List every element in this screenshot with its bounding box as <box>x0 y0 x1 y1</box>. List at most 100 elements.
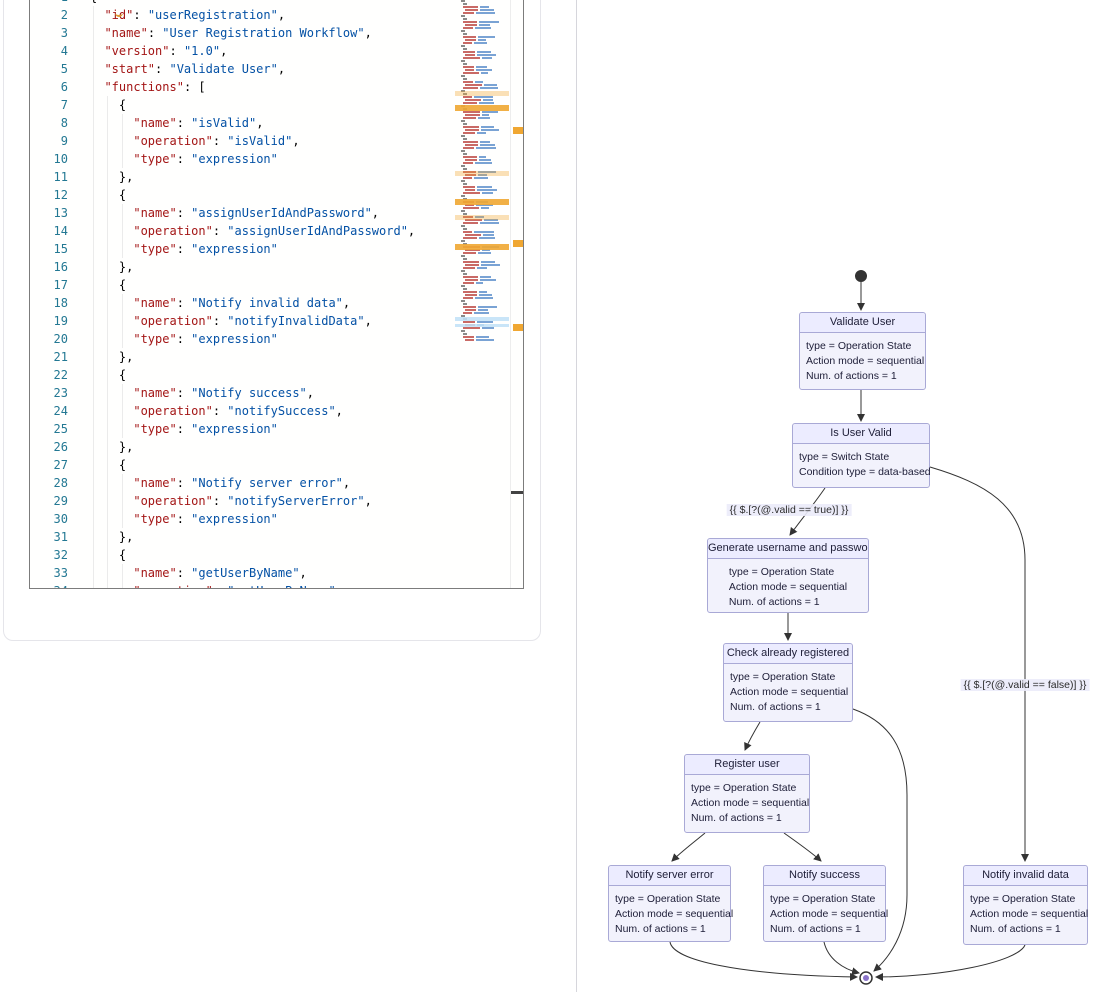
state-title: Notify success <box>764 866 885 886</box>
code-line[interactable]: 19 "operation": "notifyInvalidData", <box>30 312 455 330</box>
indent-guide <box>107 438 108 456</box>
code-line[interactable]: 30 "type": "expression" <box>30 510 455 528</box>
indent-guide <box>107 276 108 294</box>
line-number: 5 <box>30 60 90 78</box>
code-line[interactable]: 10 "type": "expression" <box>30 150 455 168</box>
code-line[interactable]: 24 "operation": "notifySuccess", <box>30 402 455 420</box>
indent-guide <box>93 366 94 384</box>
code-line[interactable]: 17 { <box>30 276 455 294</box>
code-line[interactable]: 9 "operation": "isValid", <box>30 132 455 150</box>
code-line[interactable]: 7 { <box>30 96 455 114</box>
indent-guide <box>107 492 108 510</box>
indent-guide <box>107 420 108 438</box>
code-line[interactable]: 23 "name": "Notify success", <box>30 384 455 402</box>
code-line[interactable]: 25 "type": "expression" <box>30 420 455 438</box>
line-number: 20 <box>30 330 90 348</box>
code-line[interactable]: 21 }, <box>30 348 455 366</box>
state-title: Notify invalid data <box>964 866 1087 886</box>
indent-guide <box>107 348 108 366</box>
code-line[interactable]: 16 }, <box>30 258 455 276</box>
indent-guide <box>93 168 94 186</box>
code-line[interactable]: 14 "operation": "assignUserIdAndPassword… <box>30 222 455 240</box>
code-line[interactable]: 34 "operation": "getUserByName", <box>30 582 455 588</box>
indent-guide <box>93 312 94 330</box>
indent-guide <box>93 456 94 474</box>
state-attr: Num. of actions = 1 <box>730 700 848 715</box>
indent-guide <box>93 492 94 510</box>
indent-guide <box>122 132 123 150</box>
code-line[interactable]: 22 { <box>30 366 455 384</box>
line-number: 26 <box>30 438 90 456</box>
indent-guide <box>93 474 94 492</box>
line-number: 15 <box>30 240 90 258</box>
code-editor[interactable]: 1{2 "id": "userRegistration",3 "name": "… <box>29 0 524 589</box>
code-line[interactable]: 11 }, <box>30 168 455 186</box>
indent-guide <box>122 222 123 240</box>
line-number: 23 <box>30 384 90 402</box>
indent-guide <box>107 564 108 582</box>
minimap-search-highlight <box>455 171 509 176</box>
indent-guide <box>107 114 108 132</box>
indent-guide <box>107 150 108 168</box>
indent-guide <box>93 276 94 294</box>
edge-register-to-servererror <box>672 833 705 861</box>
indent-guide <box>107 582 108 588</box>
ruler-match-mark <box>513 127 523 134</box>
ruler-match-mark <box>513 240 523 247</box>
state-attr: Num. of actions = 1 <box>770 922 888 937</box>
code-line[interactable]: 4 "version": "1.0", <box>30 42 455 60</box>
minimap-selection-highlight <box>455 317 509 321</box>
code-line[interactable]: 18 "name": "Notify invalid data", <box>30 294 455 312</box>
state-attr: Action mode = sequential <box>770 907 888 922</box>
code-line[interactable]: 26 }, <box>30 438 455 456</box>
state-attr: Num. of actions = 1 <box>729 595 847 610</box>
code-line[interactable]: 12 { <box>30 186 455 204</box>
code-line[interactable]: 6 "functions": [ <box>30 78 455 96</box>
indent-guide <box>122 582 123 588</box>
state-attr: Num. of actions = 1 <box>970 922 1088 937</box>
indent-guide <box>107 402 108 420</box>
indent-guide <box>93 204 94 222</box>
code-line[interactable]: 5 "start": "Validate User", <box>30 60 455 78</box>
indent-guide <box>93 114 94 132</box>
indent-guide <box>93 564 94 582</box>
indent-guide <box>93 546 94 564</box>
code-line[interactable]: 13 "name": "assignUserIdAndPassword", <box>30 204 455 222</box>
code-line[interactable]: 31 }, <box>30 528 455 546</box>
state-node-validate-user: Validate User type = Operation State Act… <box>799 312 926 390</box>
code-line[interactable]: 29 "operation": "notifyServerError", <box>30 492 455 510</box>
code-line[interactable]: 8 "name": "isValid", <box>30 114 455 132</box>
code-line[interactable]: 3 "name": "User Registration Workflow", <box>30 24 455 42</box>
line-number: 9 <box>30 132 90 150</box>
minimap-search-highlight <box>455 199 509 205</box>
state-node-register-user: Register user type = Operation State Act… <box>684 754 810 833</box>
edge-check-to-register <box>745 722 760 750</box>
code-line[interactable]: 20 "type": "expression" <box>30 330 455 348</box>
code-line[interactable]: 28 "name": "Notify server error", <box>30 474 455 492</box>
state-node-is-user-valid: Is User Valid type = Switch State Condit… <box>792 423 930 488</box>
code-lines[interactable]: 1{2 "id": "userRegistration",3 "name": "… <box>30 0 455 588</box>
indent-guide <box>107 528 108 546</box>
indent-guide <box>107 222 108 240</box>
code-line[interactable]: 33 "name": "getUserByName", <box>30 564 455 582</box>
minimap[interactable] <box>455 0 510 588</box>
indent-guide <box>93 6 94 24</box>
code-line[interactable]: 2 "id": "userRegistration", <box>30 6 455 24</box>
indent-guide <box>93 402 94 420</box>
line-number: 13 <box>30 204 90 222</box>
indent-guide <box>122 510 123 528</box>
line-number: 30 <box>30 510 90 528</box>
line-number: 21 <box>30 348 90 366</box>
initial-state-dot <box>856 271 867 282</box>
ruler-cursor-mark <box>511 491 524 494</box>
indent-guide <box>93 24 94 42</box>
indent-guide <box>107 384 108 402</box>
state-attr: type = Operation State <box>691 781 809 796</box>
code-line[interactable]: 32 { <box>30 546 455 564</box>
code-line[interactable]: 15 "type": "expression" <box>30 240 455 258</box>
indent-guide <box>122 204 123 222</box>
indent-guide <box>93 150 94 168</box>
state-node-notify-server-error: Notify server error type = Operation Sta… <box>608 865 731 942</box>
indent-guide <box>93 132 94 150</box>
code-line[interactable]: 27 { <box>30 456 455 474</box>
